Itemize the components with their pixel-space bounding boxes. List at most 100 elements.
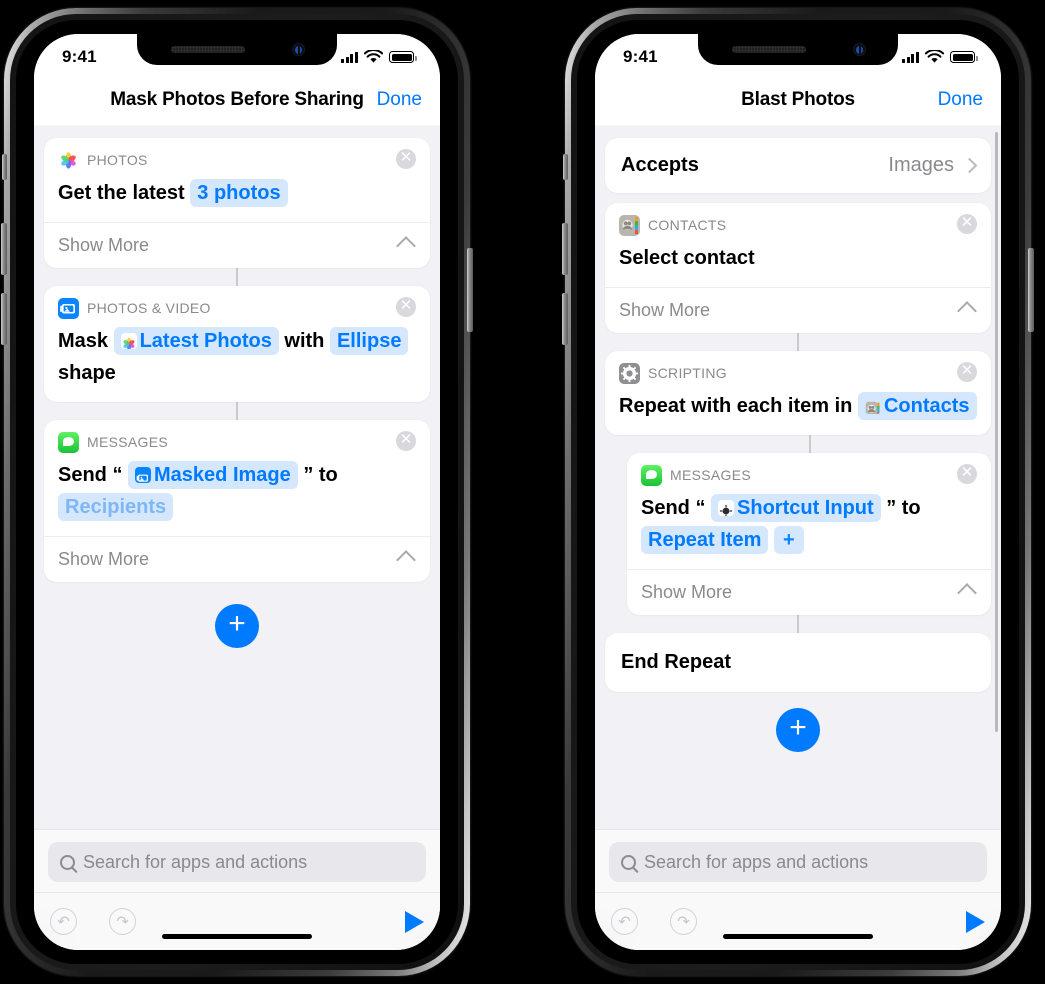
front-camera: [853, 43, 866, 56]
action-card-photos-video[interactable]: PHOTOS & VIDEO ✕ Mask Latest Photos with…: [44, 286, 430, 402]
show-more-row[interactable]: Show More: [44, 222, 430, 268]
close-icon: ✕: [960, 362, 974, 379]
phrase-text: ” to: [303, 464, 338, 486]
parameter-token-contacts[interactable]: Contacts: [857, 392, 977, 420]
add-action-button[interactable]: +: [776, 708, 820, 752]
silent-switch[interactable]: [563, 154, 568, 180]
action-category: PHOTOS & VIDEO: [87, 300, 211, 316]
parameter-token-masked-image[interactable]: Masked Image: [128, 461, 298, 489]
action-card-body: SCRIPTING ✕ Repeat with each item in Con…: [605, 351, 991, 435]
parameter-token-recipients[interactable]: Recipients: [58, 493, 174, 521]
vertical-scrollbar[interactable]: [995, 132, 998, 732]
remove-action-button[interactable]: ✕: [957, 464, 977, 484]
plus-icon: +: [789, 711, 807, 744]
card-connector: [236, 268, 238, 286]
notch: [698, 34, 898, 65]
search-input[interactable]: Search for apps and actions: [48, 842, 426, 882]
remove-action-button[interactable]: ✕: [957, 214, 977, 234]
iphone-left: 9:41 Mask Photos Before Sharing Done PHO…: [1, 8, 473, 976]
action-category: MESSAGES: [87, 434, 168, 450]
action-card-body: MESSAGES ✕ Send “ Shortcut Input ” to Re…: [627, 453, 991, 569]
volume-down-button[interactable]: [1, 293, 7, 345]
show-more-row[interactable]: Show More: [627, 569, 991, 615]
volume-up-button[interactable]: [1, 223, 7, 275]
run-shortcut-button[interactable]: [405, 910, 424, 933]
home-indicator[interactable]: [723, 934, 873, 939]
done-button[interactable]: Done: [377, 89, 422, 111]
parameter-token-repeat-item[interactable]: Repeat Item: [641, 526, 769, 554]
action-phrase: Send “ Shortcut Input ” to Repeat Item +: [641, 492, 977, 556]
phone-screen-left: 9:41 Mask Photos Before Sharing Done PHO…: [34, 34, 440, 950]
card-connector: [809, 435, 811, 453]
token-label: Masked Image: [154, 464, 291, 486]
accepts-label: Accepts: [621, 154, 699, 176]
close-icon: ✕: [960, 464, 974, 481]
show-more-label: Show More: [641, 582, 733, 602]
parameter-token-shape[interactable]: Ellipse: [329, 327, 409, 355]
remove-action-button[interactable]: ✕: [396, 149, 416, 169]
add-action-row: +: [605, 692, 991, 752]
accepts-value: Images: [888, 154, 954, 176]
photos-app-icon: [120, 333, 137, 349]
wifi-icon: [364, 50, 383, 63]
search-input[interactable]: Search for apps and actions: [609, 842, 987, 882]
action-card-contacts[interactable]: CONTACTS ✕ Select contact Show More: [605, 203, 991, 333]
action-phrase: Repeat with each item in Contacts: [619, 390, 977, 422]
messages-app-icon: [641, 464, 662, 486]
token-label: Latest Photos: [139, 330, 272, 352]
action-phrase: Get the latest 3 photos: [58, 177, 416, 209]
home-indicator[interactable]: [162, 934, 312, 939]
undo-icon[interactable]: ↶: [50, 908, 77, 935]
redo-arrow: ↷: [677, 913, 690, 930]
action-card-messages[interactable]: MESSAGES ✕ Send “ Shortcut Input ” to Re…: [627, 453, 991, 615]
done-button[interactable]: Done: [938, 89, 983, 111]
search-container: Search for apps and actions: [34, 830, 440, 892]
notch: [137, 34, 337, 65]
accepts-card[interactable]: Accepts Images: [605, 138, 991, 193]
chevron-up-icon: [396, 549, 416, 570]
show-more-row[interactable]: Show More: [605, 287, 991, 333]
token-label: Shortcut Input: [737, 497, 874, 519]
nav-bar-left: Mask Photos Before Sharing Done: [34, 74, 440, 126]
action-phrase: Send “ Masked Image ” to Recipients: [58, 459, 416, 523]
undo-arrow: ↶: [57, 913, 70, 930]
volume-up-button[interactable]: [562, 223, 568, 275]
run-shortcut-button[interactable]: [966, 910, 985, 933]
chevron-up-icon: [396, 235, 416, 256]
redo-icon[interactable]: ↷: [109, 908, 136, 935]
card-connector: [236, 402, 238, 420]
volume-down-button[interactable]: [562, 293, 568, 345]
action-card-messages[interactable]: MESSAGES ✕ Send “ Masked Image ” to Reci…: [44, 420, 430, 582]
action-card-scripting[interactable]: SCRIPTING ✕ Repeat with each item in Con…: [605, 351, 991, 435]
parameter-token-shortcut-input[interactable]: Shortcut Input: [711, 494, 881, 522]
action-card-end-repeat[interactable]: End Repeat: [605, 633, 991, 692]
remove-action-button[interactable]: ✕: [396, 297, 416, 317]
remove-action-button[interactable]: ✕: [957, 362, 977, 382]
cellular-bars-icon: [341, 51, 358, 63]
add-action-button[interactable]: +: [215, 604, 259, 648]
show-more-row[interactable]: Show More: [44, 536, 430, 582]
phrase-text: shape: [58, 362, 116, 384]
accepts-row[interactable]: Accepts Images: [605, 138, 991, 193]
action-card-header: MESSAGES ✕: [641, 464, 977, 486]
parameter-token-latest-photos[interactable]: Latest Photos: [113, 327, 279, 355]
silent-switch[interactable]: [2, 154, 7, 180]
remove-action-button[interactable]: ✕: [396, 431, 416, 451]
status-time: 9:41: [623, 47, 658, 66]
phrase-text: Repeat with each item in: [619, 395, 853, 417]
battery-icon: [950, 51, 978, 63]
phrase-text: Mask: [58, 330, 109, 352]
search-placeholder: Search for apps and actions: [644, 851, 869, 872]
action-phrase: Mask Latest Photos with Ellipse shape: [58, 325, 416, 389]
add-action-row: +: [44, 582, 430, 648]
power-button[interactable]: [1028, 248, 1034, 332]
power-button[interactable]: [467, 248, 473, 332]
close-icon: ✕: [960, 214, 974, 231]
parameter-token-photo-count[interactable]: 3 photos: [190, 179, 288, 207]
add-parameter-button[interactable]: +: [773, 526, 804, 554]
redo-icon[interactable]: ↷: [670, 908, 697, 935]
undo-icon[interactable]: ↶: [611, 908, 638, 935]
action-card-photos[interactable]: PHOTOS ✕ Get the latest 3 photos Show Mo…: [44, 138, 430, 268]
editor-toolbar: ↶ ↷: [34, 892, 440, 950]
show-more-label: Show More: [619, 300, 711, 320]
